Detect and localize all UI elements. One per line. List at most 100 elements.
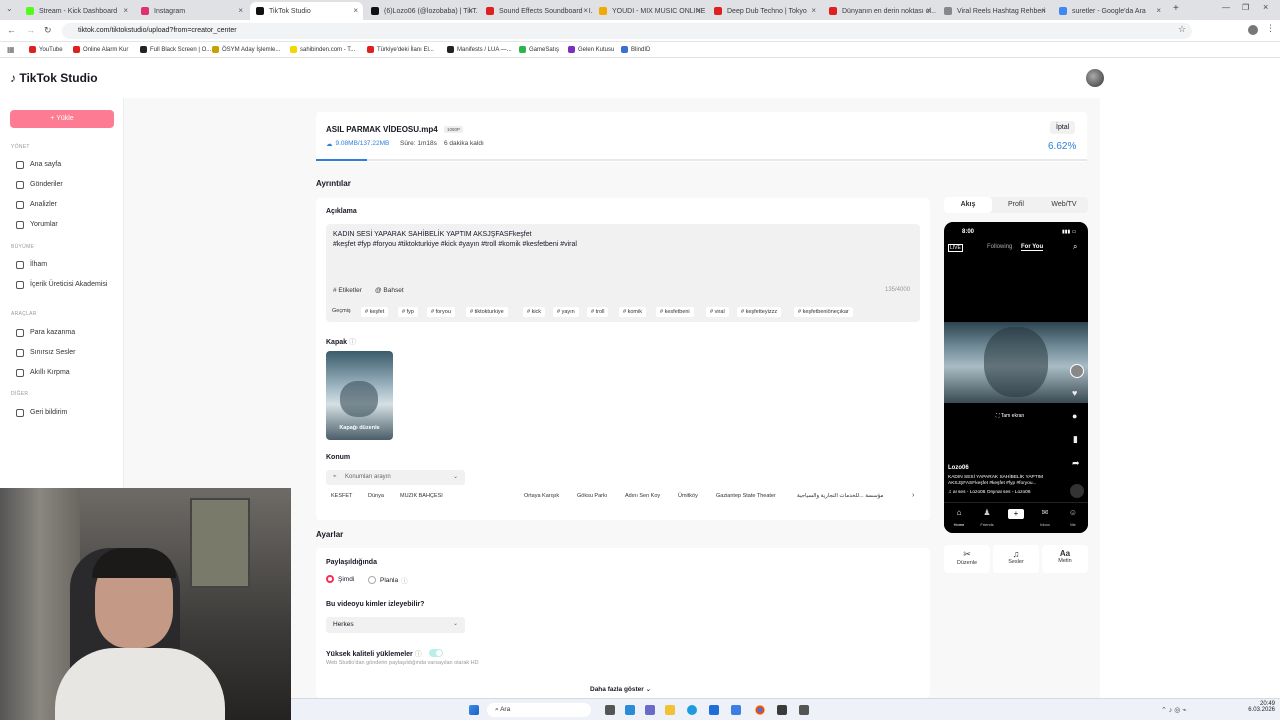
widgets-icon[interactable] bbox=[625, 705, 635, 715]
new-tab-icon[interactable]: + bbox=[1173, 3, 1179, 14]
tab-profile[interactable]: Profil bbox=[992, 197, 1040, 213]
edit-cover-button[interactable]: Kapağı düzenle bbox=[326, 425, 393, 431]
edge-icon[interactable] bbox=[687, 705, 697, 715]
location-chip[interactable]: Göksu Parkı bbox=[577, 493, 607, 499]
hashtag-chip[interactable]: # troll bbox=[587, 307, 609, 317]
location-chip[interactable]: Ümitköy bbox=[678, 493, 698, 499]
bookmark-item[interactable]: Türkiye'deki İlanı El... bbox=[367, 46, 434, 53]
browser-tab[interactable]: Stream - Kick Dashboard × bbox=[20, 2, 133, 20]
hashtag-chip[interactable]: # keşfet bbox=[361, 307, 389, 317]
bookmark-item[interactable]: sahibinden.com - T... bbox=[290, 46, 355, 53]
sidebar-item[interactable]: Sınırsız Sesler bbox=[16, 349, 116, 357]
browser-tab[interactable]: Viral Reels Hashtag Rehberi × bbox=[938, 2, 1051, 20]
taskbar-search[interactable]: ⌕ Ara bbox=[487, 703, 591, 717]
location-chip[interactable]: Adını Sen Koy bbox=[625, 493, 660, 499]
location-search[interactable]: ⌖ Konumları arayın ⌄ bbox=[326, 470, 465, 485]
show-more-button[interactable]: Daha fazla göster ⌄ bbox=[590, 685, 651, 693]
browser-tab[interactable]: Dünyanın en derin noktası ol... × bbox=[823, 2, 936, 20]
close-icon[interactable]: × bbox=[1156, 6, 1161, 15]
location-chip[interactable]: Dünya bbox=[368, 493, 384, 499]
tab-webtv[interactable]: Web/TV bbox=[1040, 197, 1088, 213]
bookmark-item[interactable]: ÖSYM Aday İşlemle... bbox=[212, 46, 280, 53]
chevron-right-icon[interactable]: › bbox=[912, 492, 914, 499]
close-icon[interactable]: × bbox=[123, 6, 128, 15]
bookmark-item[interactable]: Gelen Kutusu bbox=[568, 46, 614, 53]
menu-icon[interactable]: ⋮ bbox=[1266, 23, 1275, 34]
sidebar-item[interactable]: Akıllı Kırpma bbox=[16, 369, 116, 377]
location-chip[interactable]: MÜZİK BAHÇESİ bbox=[400, 493, 508, 499]
sidebar-item[interactable]: İlham bbox=[16, 261, 116, 269]
bookmark-item[interactable]: Full Black Screen | O... bbox=[140, 46, 211, 53]
location-chip[interactable]: Ortaya Karışık bbox=[524, 493, 559, 499]
bookmark-item[interactable]: BlindID bbox=[621, 46, 650, 53]
browser-tab[interactable]: Deep Dub Techno | Tokyo × bbox=[708, 2, 821, 20]
hashtag-chip[interactable]: # kesfetbeni bbox=[656, 307, 694, 317]
bookmark-item[interactable]: Manifests / LUA —... bbox=[447, 46, 512, 53]
tiktok-studio-logo[interactable]: ♪ TikTok Studio bbox=[10, 71, 98, 85]
bookmark-item[interactable]: Online Alarm Kur bbox=[73, 46, 128, 53]
hashtags-button[interactable]: # Etiketler bbox=[333, 287, 362, 294]
bookmark-item[interactable]: YouTube bbox=[29, 46, 63, 53]
sidebar-item[interactable]: Yorumlar bbox=[16, 221, 116, 229]
bookmark-item[interactable]: GameSatış bbox=[519, 46, 559, 53]
location-chip[interactable]: مؤسسة ...للخدمات التجارية والسياحية bbox=[797, 493, 907, 499]
minimize-icon[interactable]: — bbox=[1222, 3, 1230, 12]
back-icon[interactable]: ← bbox=[7, 25, 16, 35]
close-icon[interactable]: × bbox=[468, 6, 473, 15]
user-avatar[interactable] bbox=[1086, 69, 1104, 87]
cancel-button[interactable]: İptal bbox=[1050, 121, 1076, 134]
url-input[interactable]: tiktok.com/tiktokstudio/upload?from=crea… bbox=[62, 23, 1192, 39]
file-explorer-icon[interactable] bbox=[665, 705, 675, 715]
hashtag-chip[interactable]: # kick bbox=[523, 307, 546, 317]
browser-tab[interactable]: YOUDI - MIX MUSIC ONLINE × bbox=[593, 2, 706, 20]
sounds-tool-button[interactable]: ♫ Sesler bbox=[993, 545, 1039, 573]
hq-toggle[interactable] bbox=[429, 649, 443, 657]
location-chip[interactable]: Gaziantep State Theater bbox=[716, 493, 776, 499]
app-icon[interactable] bbox=[799, 705, 809, 715]
hashtag-chip[interactable]: # viral bbox=[706, 307, 729, 317]
location-chip[interactable]: KESFET bbox=[331, 493, 352, 499]
close-icon[interactable]: × bbox=[811, 6, 816, 15]
browser-tab[interactable]: (6)Lozo06 (@lozobaba) | TikT... × bbox=[365, 2, 478, 20]
sidebar-item[interactable]: Analizler bbox=[16, 201, 116, 209]
radio-now[interactable]: Şimdi bbox=[326, 575, 354, 583]
privacy-select[interactable]: Herkes ⌄ bbox=[326, 617, 465, 633]
hashtag-chip[interactable]: # tiktokturkiye bbox=[466, 307, 508, 317]
tab-feed[interactable]: Akış bbox=[944, 197, 992, 213]
sidebar-item[interactable]: Para kazanma bbox=[16, 329, 116, 337]
hashtag-chip[interactable]: # yayın bbox=[553, 307, 579, 317]
hashtag-chip[interactable]: # foryou bbox=[427, 307, 455, 317]
store-icon[interactable] bbox=[709, 705, 719, 715]
tab-search-icon[interactable]: ⌄ bbox=[6, 4, 13, 13]
hashtag-chip[interactable]: # keşfetbeniöneçıkar bbox=[794, 307, 853, 317]
mail-icon[interactable] bbox=[731, 705, 741, 715]
sidebar-item[interactable]: Ana sayfa bbox=[16, 161, 116, 169]
close-icon[interactable]: × bbox=[238, 6, 243, 15]
forward-icon[interactable]: → bbox=[26, 25, 35, 35]
close-window-icon[interactable]: × bbox=[1263, 2, 1268, 12]
close-icon[interactable]: × bbox=[583, 6, 588, 15]
cover-thumbnail[interactable]: Kapağı düzenle bbox=[326, 351, 393, 440]
upload-button[interactable]: + Yükle bbox=[10, 110, 114, 128]
maximize-icon[interactable]: ❐ bbox=[1242, 3, 1249, 12]
hashtag-chip[interactable]: # komik bbox=[619, 307, 646, 317]
text-tool-button[interactable]: Aa Metin bbox=[1042, 545, 1088, 573]
close-icon[interactable]: × bbox=[1041, 6, 1046, 15]
browser-tab[interactable]: Sound Effects Soundboard - I... × bbox=[480, 2, 593, 20]
sidebar-item[interactable]: Gönderiler bbox=[16, 181, 116, 189]
radio-schedule[interactable]: Planla ⓘ bbox=[368, 575, 408, 585]
bookmark-star-icon[interactable]: ☆ bbox=[1178, 24, 1186, 35]
browser-tab[interactable]: Instagram × bbox=[135, 2, 248, 20]
close-icon[interactable]: × bbox=[926, 6, 931, 15]
chrome-icon[interactable] bbox=[755, 705, 765, 715]
profile-icon[interactable] bbox=[1248, 25, 1258, 35]
sidebar-item[interactable]: Geri bildirim bbox=[16, 409, 116, 417]
browser-tab[interactable]: TikTok Studio × bbox=[250, 2, 363, 20]
close-icon[interactable]: × bbox=[696, 6, 701, 15]
browser-tab[interactable]: suretler - Google'da Ara × bbox=[1053, 2, 1166, 20]
windows-start-icon[interactable] bbox=[469, 705, 479, 715]
sidebar-item[interactable]: İçerik Üreticisi Akademisi bbox=[16, 281, 116, 289]
close-icon[interactable]: × bbox=[353, 6, 358, 15]
taskbar-clock[interactable]: 20:49 6.03.2026 bbox=[1241, 701, 1275, 713]
teams-icon[interactable] bbox=[645, 705, 655, 715]
